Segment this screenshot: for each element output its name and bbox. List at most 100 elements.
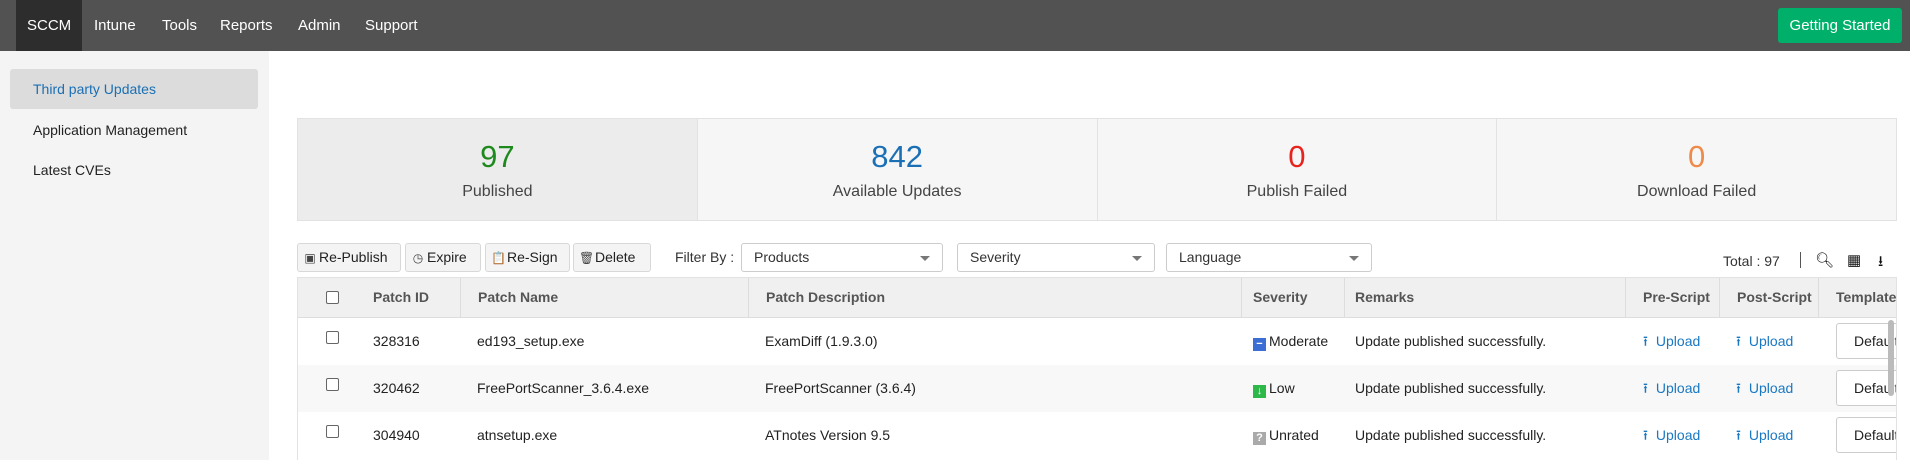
header-severity[interactable]: Severity [1241,278,1307,317]
stat-card[interactable]: 842 Available Updates [697,119,1098,220]
sidebar-item-application-management[interactable]: Application Management [10,110,258,150]
header-remarks[interactable]: Remarks [1344,278,1414,317]
pre-script-upload[interactable]: ⭱ Upload [1643,365,1700,412]
severity: ? Unrated [1253,412,1319,459]
upload-label: Upload [1655,333,1701,349]
stat-value: 0 [1688,139,1706,174]
severity-dropdown[interactable]: Severity [957,243,1155,272]
patch-table: Patch ID Patch Name Patch Description Se… [297,277,1897,460]
patch-name: FreePortScanner_3.6.4.exe [477,380,649,396]
select-all-checkbox[interactable] [326,291,339,304]
patch-description: ATnotes Version 9.5 [765,427,891,443]
upload-label: Upload [1655,380,1701,396]
chevron-down-icon [1132,256,1142,261]
post-script-upload[interactable]: ⭱ Upload [1736,318,1793,365]
stats-panel: 97 Published 842 Available Updates 0 Publish … [297,118,1897,221]
patch-id: 320462 [373,380,420,396]
header-pre-script[interactable]: Pre-Script [1625,278,1710,317]
table-row[interactable]: 304940 atnsetup.exe ATnotes Version 9.5 … [298,412,1896,459]
table-row[interactable]: 328316 ed193_setup.exe ExamDiff (1.9.3.0… [298,318,1896,365]
resign-button[interactable]: 📋Re-Sign [485,243,570,272]
sidebar: Third party Updates Application Manageme… [0,51,269,460]
row-checkbox[interactable] [326,331,339,344]
pre-script-upload[interactable]: ⭱ Upload [1643,412,1700,459]
remarks: Update published successfully. [1355,427,1547,443]
stat-label: Download Failed [1637,183,1757,200]
expire-label: Expire [427,249,467,265]
severity-label: Low [1269,380,1295,396]
products-value: Products [754,249,810,265]
header-patch-id[interactable]: Patch ID [356,278,429,317]
upload-icon: ⭱ [1643,333,1648,349]
row-checkbox[interactable] [326,425,339,438]
language-value: Language [1179,249,1242,265]
severity-arrow-down-icon: ↓ [1253,385,1266,398]
clock-icon: ◷ [412,251,424,265]
trash-icon: 🗑 [579,251,595,265]
header-template[interactable]: Template [1818,278,1896,317]
expire-button[interactable]: ◷ Expire [405,243,481,272]
upload-icon: ⭱ [1736,333,1741,349]
sidebar-item-latest-cves[interactable]: Latest CVEs [10,150,258,190]
upload-icon: ⭱ [1643,380,1648,396]
clipboard-icon: 📋 [491,251,506,265]
upload-label: Upload [1748,333,1794,349]
table-scrollbar[interactable] [1888,320,1894,396]
upload-label: Upload [1748,427,1794,443]
patch-description: ExamDiff (1.9.3.0) [765,333,878,349]
nav-sccm[interactable]: SCCM [16,0,83,51]
table-header: Patch ID Patch Name Patch Description Se… [298,278,1896,318]
upload-label: Upload [1748,380,1794,396]
patch-id: 328316 [373,333,420,349]
stat-card[interactable]: 0 Download Failed [1497,119,1896,220]
patch-name: ed193_setup.exe [477,333,585,349]
pre-script-upload[interactable]: ⭱ Upload [1643,318,1700,365]
severity: − Moderate [1253,318,1328,365]
severity-question-icon: ? [1253,432,1266,445]
republish-label: Re-Publish [319,249,388,265]
header-patch-name[interactable]: Patch Name [460,278,558,317]
republish-icon: ▣ [304,251,316,265]
severity-value: Severity [970,249,1021,265]
upload-label: Upload [1655,427,1701,443]
stat-card[interactable]: 0 Publish Failed [1097,119,1498,220]
delete-label: Delete [595,249,636,265]
stat-label: Published [462,183,533,200]
total-count: Total : 97 [1723,253,1780,269]
columns-grid-icon[interactable]: ▦ [1847,251,1861,269]
nav-reports[interactable]: Reports [209,0,284,51]
products-dropdown[interactable]: Products [741,243,943,272]
nav-tools[interactable]: Tools [151,0,208,51]
remarks: Update published successfully. [1355,333,1547,349]
republish-button[interactable]: ▣ Re-Publish [297,243,401,272]
filter-by-label: Filter By : [675,249,735,265]
stat-value: 97 [480,139,515,174]
header-patch-description[interactable]: Patch Description [748,278,885,317]
chevron-down-icon [1349,256,1359,261]
patch-name: atnsetup.exe [477,427,558,443]
export-icon[interactable]: ⭳ [1878,251,1883,276]
patch-id: 304940 [373,427,420,443]
stat-value: 842 [871,139,923,174]
template-button[interactable]: Default [1836,417,1896,453]
getting-started-button[interactable]: Getting Started [1778,8,1902,43]
sidebar-item-third-party-updates[interactable]: Third party Updates [10,69,258,109]
row-checkbox[interactable] [326,378,339,391]
top-nav: SCCM Intune Tools Reports Admin Support … [0,0,1910,51]
nav-support[interactable]: Support [354,0,429,51]
nav-intune[interactable]: Intune [83,0,147,51]
stat-card[interactable]: 97 Published [298,119,698,220]
language-dropdown[interactable]: Language [1166,243,1372,272]
header-post-script[interactable]: Post-Script [1719,278,1812,317]
search-icon[interactable]: 🔍︎ [1815,251,1834,269]
upload-icon: ⭱ [1736,380,1741,396]
stat-label: Publish Failed [1246,183,1348,200]
delete-button[interactable]: 🗑Delete [573,243,651,272]
chevron-down-icon [920,256,930,261]
post-script-upload[interactable]: ⭱ Upload [1736,365,1793,412]
resign-label: Re-Sign [507,249,558,265]
upload-icon: ⭱ [1736,427,1741,443]
post-script-upload[interactable]: ⭱ Upload [1736,412,1793,459]
nav-admin[interactable]: Admin [287,0,352,51]
table-row[interactable]: 320462 FreePortScanner_3.6.4.exe FreePor… [298,365,1896,412]
